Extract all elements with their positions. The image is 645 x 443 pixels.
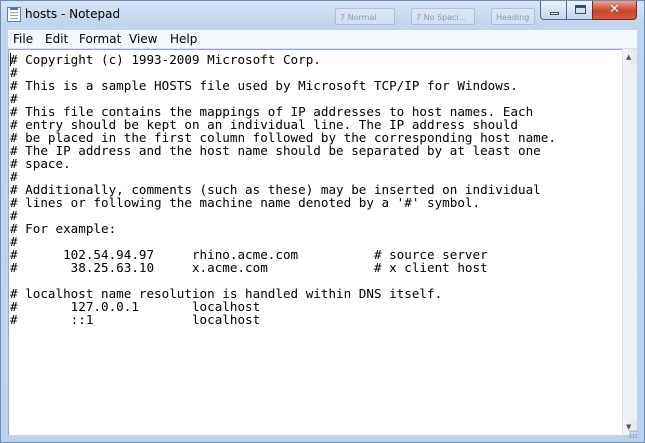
text-line: # space. (10, 156, 71, 171)
text-line: # For example: (10, 221, 117, 236)
scroll-up-button[interactable]: ▲ (623, 49, 637, 65)
text-line: # lines or following the machine name de… (10, 195, 481, 210)
minimize-icon (550, 12, 559, 15)
menu-file[interactable]: File (13, 32, 33, 46)
notepad-window: hosts - Notepad 7 Normal 7 No Spaci... H… (0, 0, 645, 443)
resize-grip-icon[interactable] (629, 430, 637, 438)
text-line: # 38.25.63.10 x.acme.com # x client host (10, 260, 488, 275)
text-line: # This is a sample HOSTS file used by Mi… (10, 78, 518, 93)
notepad-app-icon[interactable] (7, 7, 21, 22)
arrow-up-icon: ▲ (626, 53, 632, 61)
minimize-button[interactable] (540, 1, 567, 20)
window-title: hosts - Notepad (25, 7, 121, 21)
background-ghost-tab: 7 No Spaci... (411, 8, 475, 25)
menu-bar: File Edit Format View Help (8, 30, 637, 49)
menu-edit[interactable]: Edit (45, 32, 68, 46)
text-line: # ::1 localhost (10, 312, 261, 327)
text-line: # The IP address and the host name shoul… (10, 143, 541, 158)
menu-format[interactable]: Format (79, 32, 121, 46)
background-ghost-tab: 7 Normal (335, 8, 395, 25)
menu-help[interactable]: Help (170, 32, 197, 46)
title-bar[interactable]: hosts - Notepad 7 Normal 7 No Spaci... H… (1, 1, 644, 39)
maximize-button[interactable] (566, 1, 593, 20)
menu-view[interactable]: View (129, 32, 157, 46)
text-editor[interactable]: # Copyright (c) 1993-2009 Microsoft Corp… (8, 49, 622, 435)
vertical-scrollbar[interactable]: ▲ ▼ (622, 49, 637, 435)
background-ghost-tab: Heading 1 (491, 8, 535, 39)
close-icon: ✕ (609, 2, 620, 17)
maximize-icon (575, 5, 586, 14)
close-button[interactable]: ✕ (592, 1, 637, 20)
text-line: # Copyright (c) 1993-2009 Microsoft Corp… (10, 52, 321, 67)
